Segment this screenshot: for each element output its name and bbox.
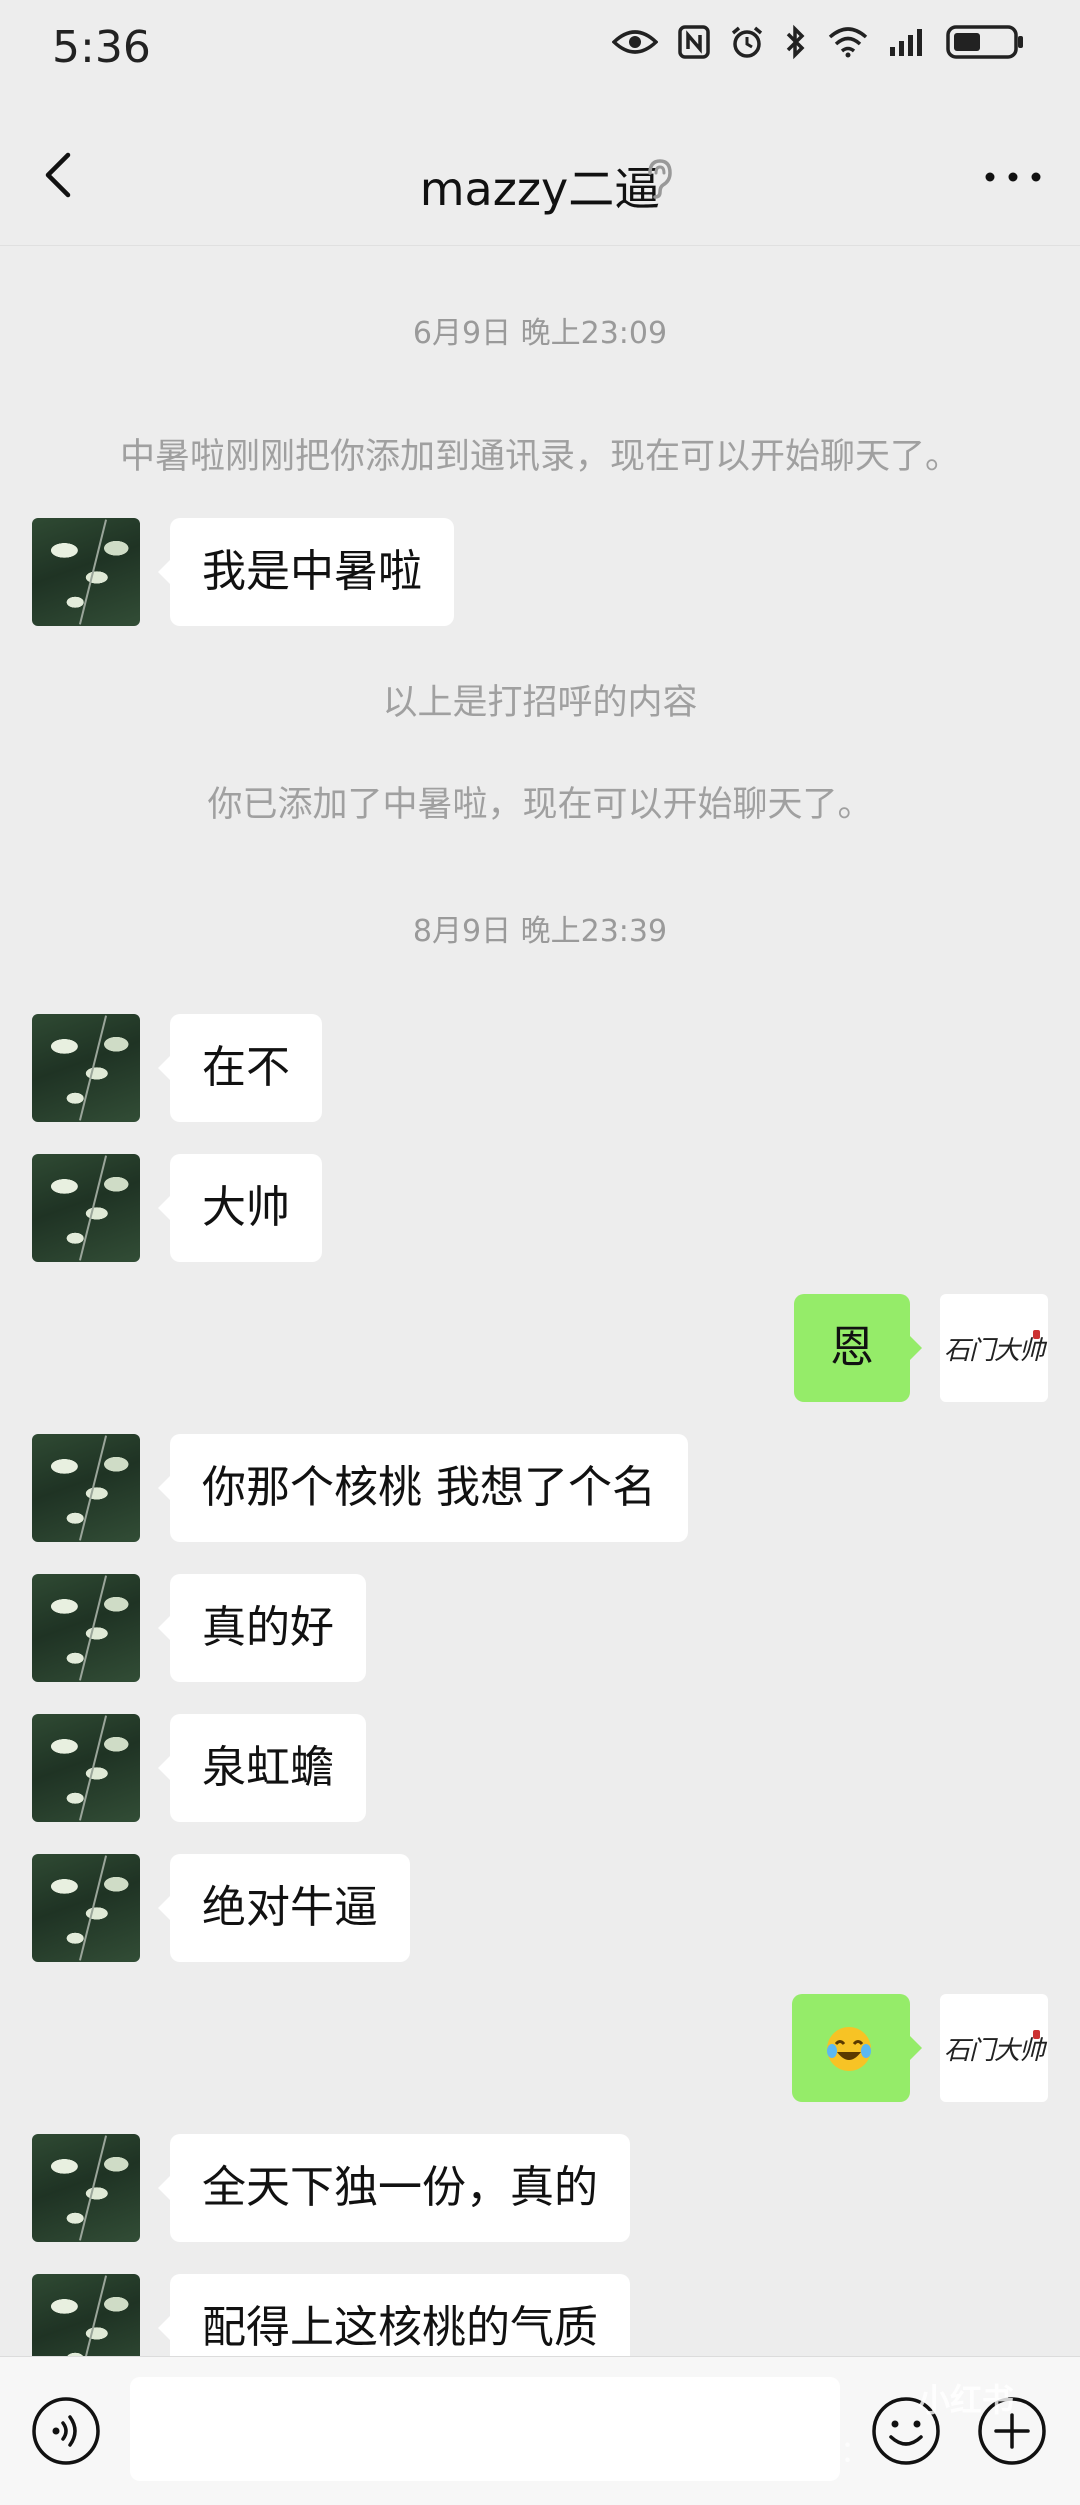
my-avatar-text: 石门大帅 bbox=[943, 1335, 1045, 1366]
earpiece-mode-icon bbox=[648, 159, 672, 199]
incoming-message-bubble[interactable]: 大帅 bbox=[158, 1154, 322, 1262]
incoming-message-bubble[interactable]: 绝对牛逼 bbox=[158, 1854, 410, 1962]
incoming-message-bubble[interactable]: 配得上这核桃的气质 bbox=[158, 2274, 630, 2356]
my-avatar-text: 石门大帅 bbox=[943, 2035, 1045, 2066]
incoming-message-bubble[interactable]: 你那个核桃 我想了个名 bbox=[158, 1434, 688, 1542]
my-avatar[interactable]: 石门大帅 bbox=[940, 1994, 1048, 2102]
more-options-button[interactable] bbox=[978, 157, 1048, 197]
contact-avatar[interactable] bbox=[32, 2134, 140, 2242]
status-time: 5:36 bbox=[52, 22, 151, 73]
contact-avatar[interactable] bbox=[32, 1154, 140, 1262]
eye-icon bbox=[612, 30, 658, 54]
seal-mark bbox=[1033, 1330, 1040, 1339]
message-timestamp: 6月9日 晚上23:09 bbox=[412, 316, 668, 351]
chat-header: mazzy二逼 bbox=[0, 105, 1080, 246]
chat-title: mazzy二逼 bbox=[419, 162, 661, 216]
message-input-bar: 小红书号： 小红书 bbox=[0, 2356, 1080, 2505]
nfc-icon bbox=[678, 25, 710, 59]
contact-avatar[interactable] bbox=[32, 1854, 140, 1962]
bluetooth-icon bbox=[786, 24, 805, 60]
contact-avatar[interactable] bbox=[32, 518, 140, 626]
message-timestamp: 8月9日 晚上23:39 bbox=[412, 914, 668, 949]
system-message: 你已添加了中暑啦，现在可以开始聊天了。 bbox=[207, 785, 873, 825]
laughing-crying-emoji-icon bbox=[827, 2027, 871, 2071]
system-message: 中暑啦刚刚把你添加到通讯录，现在可以开始聊天了。 bbox=[119, 437, 960, 477]
chat-message-list[interactable]: 6月9日 晚上23:09 中暑啦刚刚把你添加到通讯录，现在可以开始聊天了。 我是… bbox=[0, 246, 1080, 2356]
voice-input-button[interactable] bbox=[30, 2395, 102, 2467]
incoming-message-bubble[interactable]: 全天下独一份，真的 bbox=[158, 2134, 630, 2242]
contact-avatar[interactable] bbox=[32, 1434, 140, 1542]
incoming-message-bubble[interactable]: 泉虹蟾 bbox=[158, 1714, 366, 1822]
signal-icon bbox=[890, 29, 922, 56]
seal-mark bbox=[1033, 2030, 1040, 2039]
alarm-icon bbox=[731, 26, 763, 58]
watermark-logo: 小红书 bbox=[918, 2381, 1015, 2419]
my-avatar[interactable]: 石门大帅 bbox=[940, 1294, 1048, 1402]
contact-avatar[interactable] bbox=[32, 1714, 140, 1822]
outgoing-emoji-bubble[interactable] bbox=[792, 1994, 922, 2102]
incoming-message-bubble[interactable]: 我是中暑啦 bbox=[158, 518, 454, 626]
status-icons bbox=[612, 24, 1024, 60]
incoming-message-bubble[interactable]: 在不 bbox=[158, 1014, 322, 1122]
status-bar: 5:36 bbox=[0, 0, 1080, 105]
contact-avatar[interactable] bbox=[32, 2274, 140, 2356]
system-message: 以上是打招呼的内容 bbox=[382, 683, 698, 723]
watermark-text: 小红书号： bbox=[720, 2435, 870, 2470]
outgoing-message-bubble[interactable]: 恩 bbox=[794, 1294, 922, 1402]
wifi-icon bbox=[828, 27, 868, 58]
incoming-message-bubble[interactable]: 真的好 bbox=[158, 1574, 366, 1682]
contact-avatar[interactable] bbox=[32, 1574, 140, 1682]
battery-icon bbox=[946, 25, 1023, 59]
contact-avatar[interactable] bbox=[32, 1014, 140, 1122]
